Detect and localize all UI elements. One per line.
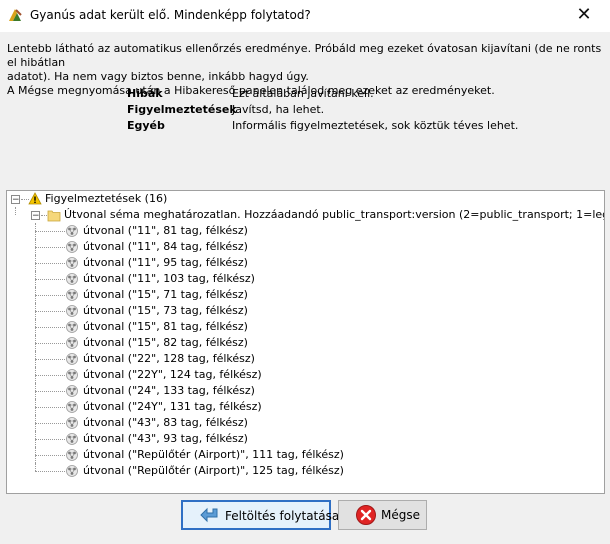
tree-item-label: útvonal ("11", 84 tag, félkész) [83,240,248,253]
tree-item-row[interactable]: útvonal ("15", 71 tag, félkész) [7,287,602,303]
collapse-toggle-icon[interactable]: − [31,211,40,221]
continue-upload-label: Feltöltés folytatása [225,509,340,523]
tree-item-row[interactable]: útvonal ("Repülőtér (Airport)", 111 tag,… [7,447,602,463]
legend-value: Javítsd, ha lehet. [232,103,325,116]
intro-line-2: adatot). Ha nem vagy biztos benne, inkáb… [7,70,309,83]
relation-icon [66,465,78,477]
relation-icon [66,449,78,461]
tree-item-label: útvonal ("22Y", 124 tag, félkész) [83,368,262,381]
tree-group-row[interactable]: − Útvonal séma meghatározatlan. Hozzáada… [7,207,605,223]
tree-item-row[interactable]: útvonal ("22Y", 124 tag, félkész) [7,367,602,383]
tree-item-row[interactable]: útvonal ("11", 95 tag, félkész) [7,255,602,271]
tree-item-label: útvonal ("11", 103 tag, félkész) [83,272,255,285]
relation-icon [66,353,78,365]
tree-item-row[interactable]: útvonal ("43", 93 tag, félkész) [7,431,602,447]
relation-icon [66,225,78,237]
tree-item-label: útvonal ("11", 81 tag, félkész) [83,224,248,237]
relation-icon [66,369,78,381]
legend-key: Egyéb [127,119,165,132]
legend-key: Hibák [127,87,163,100]
tree-item-label: útvonal ("Repülőtér (Airport)", 111 tag,… [83,448,344,461]
intro-line-1: Lentebb látható az automatikus ellenőrzé… [7,42,602,69]
tree-item-row[interactable]: útvonal ("15", 73 tag, félkész) [7,303,602,319]
relation-icon [66,337,78,349]
title-bar: Gyanús adat került elő. Mindenképp folyt… [0,0,610,32]
legend-value: Ezt általában javítani kell. [232,87,374,100]
relation-icon [66,321,78,333]
tree-item-label: útvonal ("11", 95 tag, félkész) [83,256,248,269]
legend-value: Informális figyelmeztetések, sok köztük … [232,119,519,132]
tree-item-row[interactable]: útvonal ("24", 133 tag, félkész) [7,383,602,399]
cancel-button[interactable]: Mégse [338,500,427,530]
josm-app-icon [9,9,22,21]
folder-icon [47,210,61,222]
tree-item-row[interactable]: útvonal ("43", 83 tag, félkész) [7,415,602,431]
tree-item-label: útvonal ("15", 71 tag, félkész) [83,288,248,301]
relation-icon [66,385,78,397]
relation-icon [66,257,78,269]
tree-item-label: útvonal ("15", 81 tag, félkész) [83,320,248,333]
relation-icon [66,289,78,301]
upload-arrow-icon [200,507,218,523]
tree-item-label: útvonal ("15", 82 tag, félkész) [83,336,248,349]
tree-item-label: útvonal ("Repülőtér (Airport)", 125 tag,… [83,464,344,477]
tree-item-row[interactable]: útvonal ("11", 103 tag, félkész) [7,271,602,287]
continue-upload-button[interactable]: Feltöltés folytatása [181,500,339,530]
relation-icon [66,433,78,445]
tree-root-label: Figyelmeztetések (16) [45,192,168,205]
collapse-toggle-icon[interactable]: − [11,195,20,205]
tree-item-label: útvonal ("24Y", 131 tag, félkész) [83,400,262,413]
tree-item-row[interactable]: útvonal ("Repülőtér (Airport)", 125 tag,… [7,463,602,479]
close-icon: ✕ [576,4,592,25]
tree-item-label: útvonal ("43", 83 tag, félkész) [83,416,248,429]
warning-icon [28,192,42,205]
tree-item-label: útvonal ("15", 73 tag, félkész) [83,304,248,317]
tree-item-label: útvonal ("22", 128 tag, félkész) [83,352,255,365]
window-title: Gyanús adat került elő. Mindenképp folyt… [30,8,311,22]
validation-tree[interactable]: − Figyelmeztetések (16) − Útvonal séma m… [6,190,605,494]
dialog-content: Lentebb látható az automatikus ellenőrzé… [0,32,610,544]
tree-root-row[interactable]: − Figyelmeztetések (16) [7,191,602,207]
tree-item-row[interactable]: útvonal ("15", 81 tag, félkész) [7,319,602,335]
relation-icon [66,401,78,413]
relation-icon [66,273,78,285]
tree-group-label: Útvonal séma meghatározatlan. Hozzáadand… [64,208,605,221]
relation-icon [66,305,78,317]
relation-icon [66,417,78,429]
tree-item-row[interactable]: útvonal ("11", 84 tag, félkész) [7,239,602,255]
cancel-red-icon [356,505,376,525]
relation-icon [66,241,78,253]
cancel-label: Mégse [381,508,420,522]
legend-key: Figyelmeztetések [127,103,237,116]
tree-item-row[interactable]: útvonal ("24Y", 131 tag, félkész) [7,399,602,415]
tree-item-label: útvonal ("24", 133 tag, félkész) [83,384,255,397]
close-button[interactable]: ✕ [564,2,604,28]
tree-item-row[interactable]: útvonal ("11", 81 tag, félkész) [7,223,602,239]
tree-item-row[interactable]: útvonal ("15", 82 tag, félkész) [7,335,602,351]
tree-item-label: útvonal ("43", 93 tag, félkész) [83,432,248,445]
tree-item-row[interactable]: útvonal ("22", 128 tag, félkész) [7,351,602,367]
